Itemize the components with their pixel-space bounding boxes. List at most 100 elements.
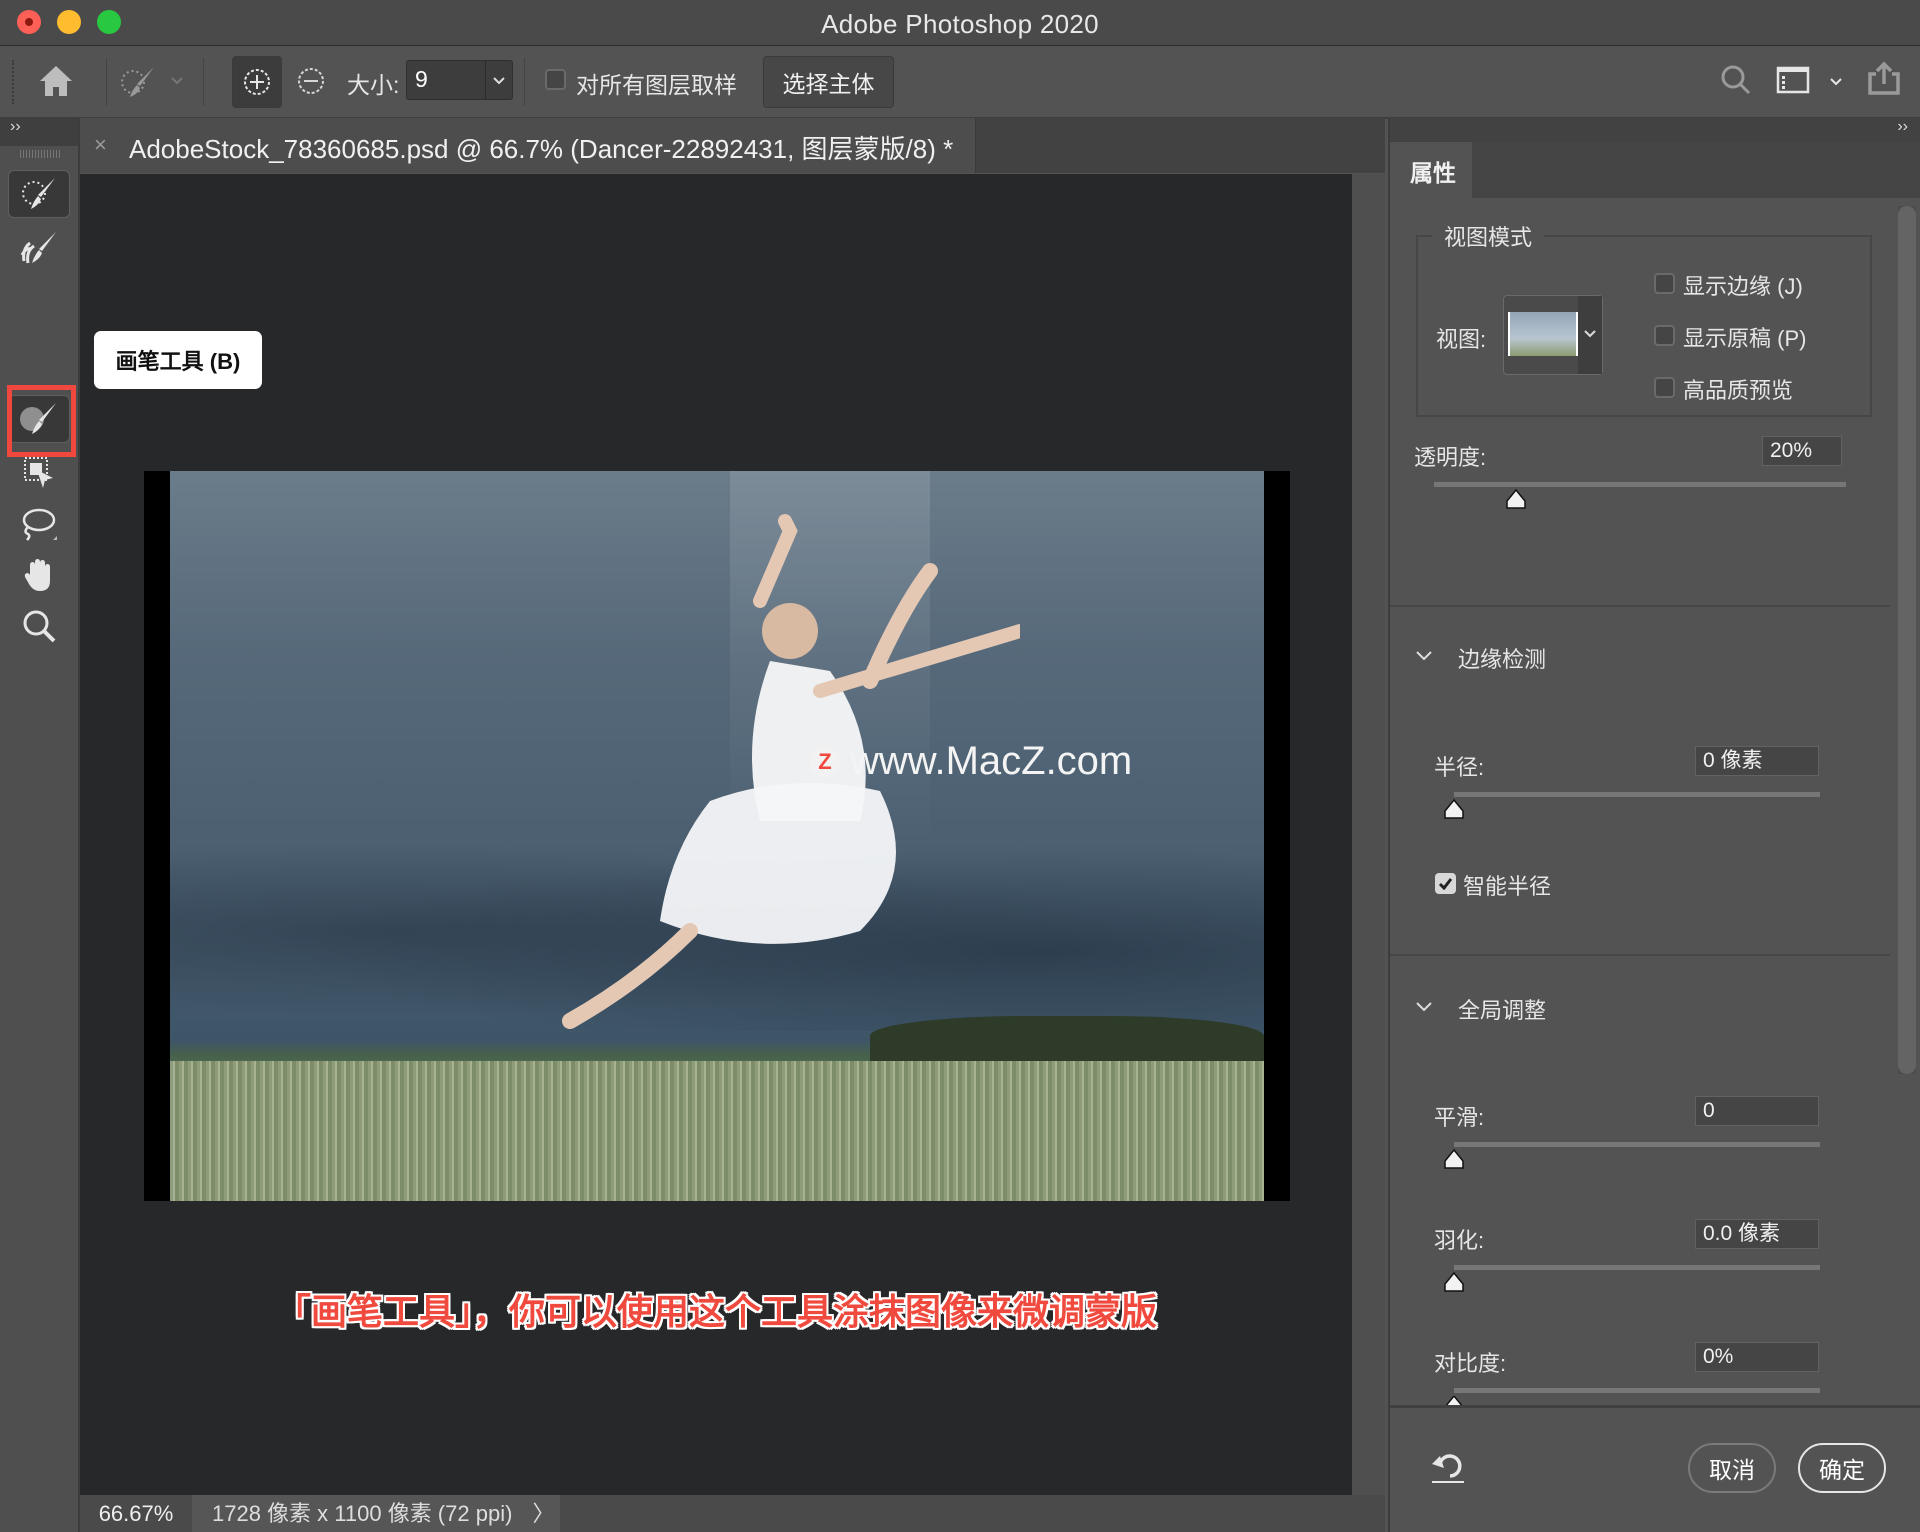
global-refinements-chevron-icon[interactable] bbox=[1414, 1000, 1434, 1014]
panel-header: ›› bbox=[1390, 118, 1920, 142]
macz-logo-icon: Z bbox=[810, 746, 840, 777]
watermark-text: www.MacZ.com bbox=[850, 739, 1133, 783]
feather-slider-thumb[interactable] bbox=[1443, 1271, 1465, 1293]
feather-label: 羽化: bbox=[1434, 1228, 1485, 1253]
section-divider bbox=[1390, 605, 1890, 607]
feather-slider-track[interactable] bbox=[1454, 1265, 1820, 1270]
opacity-label: 透明度: bbox=[1414, 445, 1487, 470]
size-value: 9 bbox=[415, 66, 428, 92]
edge-detection-title[interactable]: 边缘检测 bbox=[1458, 642, 1546, 674]
canvas-vertical-scrollbar[interactable] bbox=[1352, 174, 1385, 1495]
share-icon[interactable] bbox=[1866, 60, 1902, 96]
document-tab-bar: × AdobeStock_78360685.psd @ 66.7% (Dance… bbox=[80, 118, 1385, 173]
panel-scrollbar-track[interactable] bbox=[1898, 206, 1916, 1074]
footer-divider bbox=[1390, 1405, 1920, 1408]
view-chevron-down-icon bbox=[1584, 330, 1596, 338]
drag-grip[interactable] bbox=[12, 60, 16, 104]
sample-all-layers-checkbox[interactable] bbox=[545, 69, 566, 90]
quick-selection-brush-icon bbox=[22, 178, 55, 209]
workspace-icon[interactable] bbox=[1776, 66, 1810, 94]
panel-scrollbar-thumb[interactable] bbox=[1898, 206, 1916, 1074]
view-mode-label: 视图模式 bbox=[1432, 220, 1545, 252]
tutorial-caption: 「画笔工具」，你可以使用这个工具涂抹图像来微调蒙版 bbox=[274, 1291, 1157, 1332]
hand-icon bbox=[24, 559, 50, 591]
size-field[interactable]: 9 bbox=[406, 60, 513, 100]
refine-edge-brush-tool[interactable] bbox=[8, 224, 70, 272]
smooth-label: 平滑: bbox=[1434, 1105, 1485, 1130]
show-original-checkbox[interactable] bbox=[1654, 325, 1675, 346]
watermark: Z www.MacZ.com bbox=[810, 739, 1132, 784]
contrast-label: 对比度: bbox=[1434, 1351, 1507, 1376]
tools-panel: ›› bbox=[0, 118, 80, 1532]
hand-tool[interactable] bbox=[8, 551, 70, 599]
show-edge-label: 显示边缘 (J) bbox=[1683, 274, 1803, 299]
opacity-field[interactable]: 20% bbox=[1762, 436, 1842, 466]
edge-detection-chevron-icon[interactable] bbox=[1414, 649, 1434, 663]
tab-properties[interactable]: 属性 bbox=[1390, 142, 1472, 202]
quick-selection-brush-icon[interactable] bbox=[118, 64, 158, 100]
options-bar: 大小: 9 对所有图层取样 选择主体 bbox=[0, 46, 1920, 119]
document-dimensions: 1728 像素 x 1100 像素 (72 ppi) bbox=[212, 1501, 513, 1526]
view-label: 视图: bbox=[1436, 327, 1487, 352]
contrast-field[interactable]: 0% bbox=[1695, 1342, 1819, 1372]
quick-selection-tool[interactable] bbox=[8, 170, 70, 218]
sample-all-layers-label: 对所有图层取样 bbox=[576, 72, 737, 98]
refine-edge-brush-icon bbox=[20, 232, 56, 264]
search-icon[interactable] bbox=[1720, 64, 1752, 96]
opacity-slider-track[interactable] bbox=[1434, 482, 1846, 487]
ok-button[interactable]: 确定 bbox=[1798, 1443, 1886, 1493]
checkmark-icon bbox=[1438, 878, 1453, 890]
radius-slider-thumb[interactable] bbox=[1443, 798, 1465, 820]
tools-panel-collapse-button[interactable]: ›› bbox=[0, 118, 78, 146]
lasso-tool[interactable] bbox=[8, 500, 70, 548]
document-info[interactable]: 1728 像素 x 1100 像素 (72 ppi) 〉 bbox=[192, 1495, 560, 1532]
properties-panel: ›› 属性 视图模式 视图: 显示边缘 (J) 显示原稿 (P) 高品质预览 透… bbox=[1388, 118, 1920, 1532]
close-document-icon[interactable]: × bbox=[94, 132, 107, 158]
smooth-slider-track[interactable] bbox=[1454, 1142, 1820, 1147]
smart-radius-label: 智能半径 bbox=[1463, 874, 1552, 899]
status-menu-arrow-icon[interactable]: 〉 bbox=[533, 1501, 555, 1526]
smart-radius-checkbox[interactable] bbox=[1435, 873, 1456, 894]
panel-collapse-icon[interactable]: ›› bbox=[1897, 118, 1908, 136]
tool-tooltip: 画笔工具 (B) bbox=[94, 331, 262, 389]
smooth-field[interactable]: 0 bbox=[1695, 1096, 1819, 1126]
title-bar: Adobe Photoshop 2020 bbox=[0, 0, 1920, 46]
cancel-button[interactable]: 取消 bbox=[1688, 1443, 1776, 1493]
feather-field[interactable]: 0.0 像素 bbox=[1695, 1219, 1819, 1249]
contrast-slider-track[interactable] bbox=[1454, 1388, 1820, 1393]
reset-icon[interactable] bbox=[1430, 1450, 1466, 1484]
home-icon[interactable] bbox=[38, 64, 74, 98]
show-edge-checkbox[interactable] bbox=[1654, 273, 1675, 294]
size-label: 大小: bbox=[347, 72, 400, 98]
magnifier-icon bbox=[23, 610, 56, 643]
opacity-slider-thumb[interactable] bbox=[1505, 488, 1527, 510]
smooth-slider-thumb[interactable] bbox=[1443, 1148, 1465, 1170]
dancer-photo[interactable]: Z www.MacZ.com bbox=[170, 471, 1264, 1201]
size-dropdown-icon[interactable] bbox=[491, 75, 507, 87]
preset-chevron-down-icon[interactable] bbox=[170, 76, 184, 86]
brush-tool-highlight bbox=[7, 385, 76, 457]
view-thumbnail bbox=[1508, 312, 1578, 356]
select-subject-button[interactable]: 选择主体 bbox=[763, 56, 894, 108]
object-selection-icon bbox=[24, 457, 53, 488]
panel-grip[interactable] bbox=[20, 150, 60, 158]
window-title: Adobe Photoshop 2020 bbox=[821, 9, 1099, 39]
workspace-chevron-down-icon[interactable] bbox=[1828, 76, 1844, 88]
section-divider bbox=[1390, 954, 1890, 956]
object-selection-tool[interactable] bbox=[8, 448, 70, 496]
global-refinements-title[interactable]: 全局调整 bbox=[1458, 993, 1546, 1025]
zoom-tool[interactable] bbox=[8, 602, 70, 650]
document-title: AdobeStock_78360685.psd @ 66.7% (Dancer-… bbox=[129, 134, 954, 164]
subtract-from-selection-icon[interactable] bbox=[296, 66, 326, 96]
flower-meadow bbox=[170, 1061, 1264, 1201]
show-original-label: 显示原稿 (P) bbox=[1683, 326, 1807, 351]
tab-properties-label: 属性 bbox=[1410, 160, 1456, 186]
view-dropdown[interactable] bbox=[1503, 295, 1603, 375]
high-quality-preview-checkbox[interactable] bbox=[1654, 377, 1675, 398]
zoom-level[interactable]: 66.67% bbox=[80, 1495, 192, 1532]
add-to-selection-button[interactable] bbox=[232, 56, 282, 108]
radius-slider-track[interactable] bbox=[1454, 792, 1820, 797]
radius-field[interactable]: 0 像素 bbox=[1695, 746, 1819, 776]
lasso-icon bbox=[22, 508, 57, 541]
document-tab[interactable]: × AdobeStock_78360685.psd @ 66.7% (Dance… bbox=[80, 118, 976, 173]
